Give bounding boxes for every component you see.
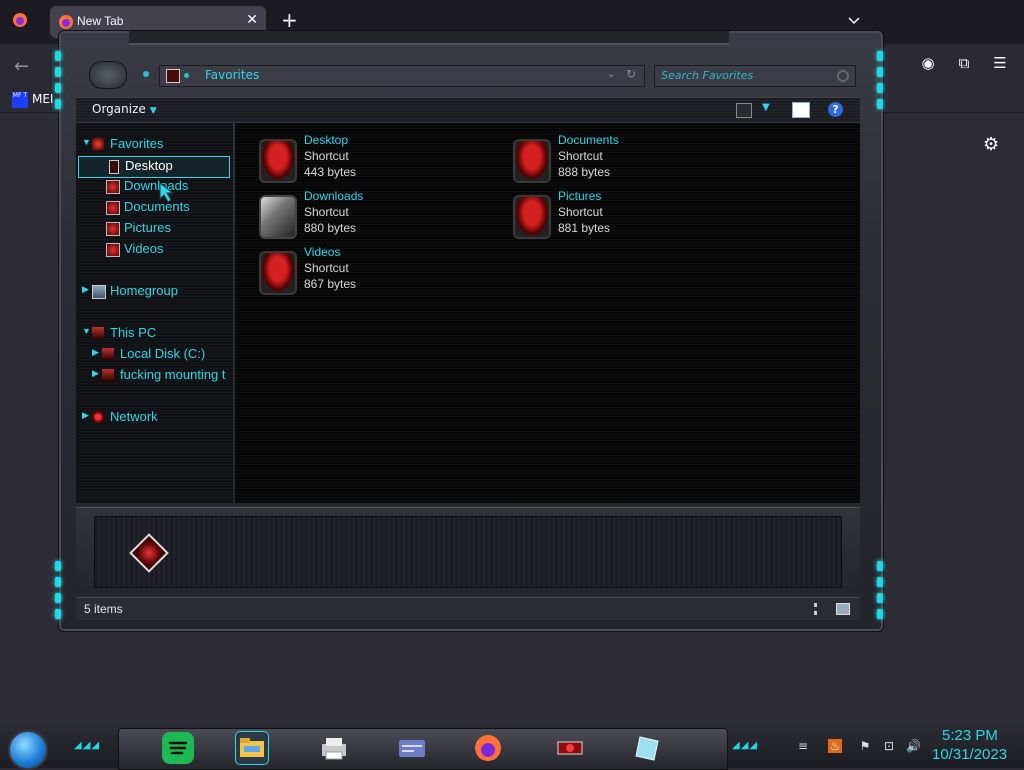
documents-icon bbox=[106, 201, 120, 215]
pocket-icon[interactable]: ◉ bbox=[918, 54, 938, 74]
network-icon bbox=[92, 411, 104, 423]
menu-icon[interactable]: ☰ bbox=[990, 54, 1010, 74]
breadcrumb[interactable]: Favorites bbox=[205, 68, 259, 82]
nav-item-desktop[interactable]: Desktop bbox=[78, 156, 230, 178]
nav-item-favorites[interactable]: ▼ Favorites bbox=[82, 135, 232, 155]
expand-icon[interactable]: ▼ bbox=[82, 137, 91, 147]
desktop-icon bbox=[109, 160, 119, 174]
navigation-pane: ▼ Favorites Desktop Downloads Documents … bbox=[76, 123, 233, 503]
shortcut-icon bbox=[513, 139, 551, 183]
videos-icon bbox=[106, 243, 120, 257]
preview-pane-icon[interactable] bbox=[792, 102, 810, 118]
red-app-icon[interactable] bbox=[554, 732, 586, 764]
refresh-icon[interactable]: ↻ bbox=[626, 67, 636, 81]
favorites-icon bbox=[166, 69, 180, 83]
back-arrow-icon[interactable]: ← bbox=[14, 56, 29, 77]
favorites-icon bbox=[92, 138, 104, 150]
nav-item-videos[interactable]: Videos bbox=[96, 240, 226, 260]
expand-icon[interactable]: ▶ bbox=[92, 347, 99, 358]
details-pane bbox=[76, 507, 860, 594]
file-item-videos[interactable]: Videos Shortcut 867 bytes bbox=[251, 245, 481, 297]
file-explorer-icon[interactable] bbox=[235, 731, 269, 765]
new-tab-button[interactable]: + bbox=[281, 10, 298, 30]
printer-icon[interactable] bbox=[318, 732, 350, 764]
details-view-icon[interactable] bbox=[814, 603, 820, 615]
shortcut-icon bbox=[259, 139, 297, 183]
frame-lights-right bbox=[877, 51, 885, 115]
tab-title: New Tab bbox=[77, 14, 124, 28]
nav-item-mounted-drive[interactable]: ▶ fucking mounting t bbox=[92, 366, 232, 386]
toolbar: Organize ▼ ▼ ? bbox=[76, 97, 860, 122]
gear-icon[interactable]: ⚙ bbox=[983, 134, 999, 155]
notes-icon[interactable] bbox=[632, 732, 664, 764]
close-icon[interactable]: ✕ bbox=[246, 12, 258, 28]
firefox-icon bbox=[59, 15, 73, 29]
homegroup-icon bbox=[92, 285, 106, 299]
frame-lights-left-bottom bbox=[55, 561, 63, 625]
expand-icon[interactable]: ▼ bbox=[82, 326, 91, 336]
flag-icon[interactable]: ⚑ bbox=[858, 739, 872, 753]
drive-icon bbox=[102, 369, 114, 381]
item-count: 5 items bbox=[84, 602, 123, 616]
file-item-desktop[interactable]: Desktop Shortcut 443 bytes bbox=[251, 133, 481, 185]
volume-icon[interactable]: 🔊 bbox=[906, 739, 921, 753]
details-panel bbox=[94, 516, 842, 588]
folder-thumbnail-icon bbox=[129, 533, 169, 573]
expand-icon[interactable]: ▶ bbox=[82, 410, 89, 421]
chevron-down-icon[interactable]: ▼ bbox=[762, 102, 770, 113]
file-list: Desktop Shortcut 443 bytes Documents Sho… bbox=[235, 123, 860, 503]
history-dot bbox=[143, 71, 149, 77]
chevron-down-icon[interactable] bbox=[848, 14, 860, 26]
frame-lights-left bbox=[55, 51, 63, 115]
expand-icon[interactable]: ▶ bbox=[92, 368, 99, 379]
taskbar-lights-left: ◢◢◢ bbox=[74, 740, 101, 751]
bookmark-favicon: MF T bbox=[12, 92, 28, 108]
downloads-icon bbox=[106, 180, 120, 194]
extensions-icon[interactable]: ⧉ bbox=[954, 54, 974, 74]
firefox-icon[interactable] bbox=[472, 732, 504, 764]
computer-icon bbox=[92, 327, 104, 339]
nav-item-local-disk[interactable]: ▶ Local Disk (C:) bbox=[92, 345, 232, 365]
chevron-down-icon[interactable]: ⌄ bbox=[607, 67, 616, 80]
breadcrumb-separator-icon bbox=[184, 73, 189, 78]
shortcut-icon bbox=[513, 195, 551, 239]
search-input[interactable]: Search Favorites bbox=[654, 65, 856, 87]
file-item-pictures[interactable]: Pictures Shortcut 881 bytes bbox=[505, 189, 735, 241]
nav-item-pictures[interactable]: Pictures bbox=[96, 219, 226, 239]
explorer-window: Favorites ⌄ ↻ Search Favorites Organize ▼… bbox=[55, 30, 885, 632]
drive-icon bbox=[102, 348, 114, 360]
expand-icon[interactable]: ▶ bbox=[82, 284, 89, 295]
search-placeholder: Search Favorites bbox=[661, 69, 754, 82]
nav-item-network[interactable]: ▶ Network bbox=[82, 408, 232, 428]
status-bar: 5 items bbox=[76, 597, 860, 620]
help-icon[interactable]: ? bbox=[828, 102, 843, 117]
file-item-downloads[interactable]: Downloads Shortcut 880 bytes bbox=[251, 189, 481, 241]
clock-date[interactable]: 10/31/2023 bbox=[932, 746, 1007, 763]
view-options-icon[interactable] bbox=[736, 103, 752, 118]
search-icon[interactable] bbox=[837, 70, 849, 82]
nav-item-homegroup[interactable]: ▶ Homegroup bbox=[82, 282, 232, 302]
clock-time[interactable]: 5:23 PM bbox=[942, 727, 998, 744]
frame-lights-right-bottom bbox=[877, 561, 885, 625]
large-icons-view-icon[interactable] bbox=[836, 603, 850, 615]
network-icon[interactable]: ⊡ bbox=[882, 739, 896, 753]
nav-item-this-pc[interactable]: ▼ This PC bbox=[82, 324, 232, 344]
taskbar-grip-icon: ≡ bbox=[797, 739, 809, 753]
back-forward-button[interactable] bbox=[89, 61, 127, 89]
shortcut-icon bbox=[259, 251, 297, 295]
firefox-icon[interactable] bbox=[12, 12, 28, 28]
file-item-documents[interactable]: Documents Shortcut 888 bytes bbox=[505, 133, 735, 185]
window-top-plate bbox=[129, 31, 729, 45]
pictures-icon bbox=[106, 222, 120, 236]
spotify-icon[interactable] bbox=[162, 732, 194, 764]
taskbar-lights-right: ◢◢◢ bbox=[732, 740, 759, 751]
start-button[interactable] bbox=[8, 730, 48, 770]
shortcut-icon bbox=[259, 195, 297, 239]
java-icon[interactable]: ♨ bbox=[828, 739, 842, 753]
organize-button[interactable]: Organize ▼ bbox=[92, 102, 157, 116]
card-icon[interactable] bbox=[396, 732, 428, 764]
address-bar[interactable]: Favorites ⌄ ↻ bbox=[159, 65, 645, 87]
bookmark-label[interactable]: MEI bbox=[32, 92, 53, 106]
cursor-icon bbox=[159, 181, 175, 203]
